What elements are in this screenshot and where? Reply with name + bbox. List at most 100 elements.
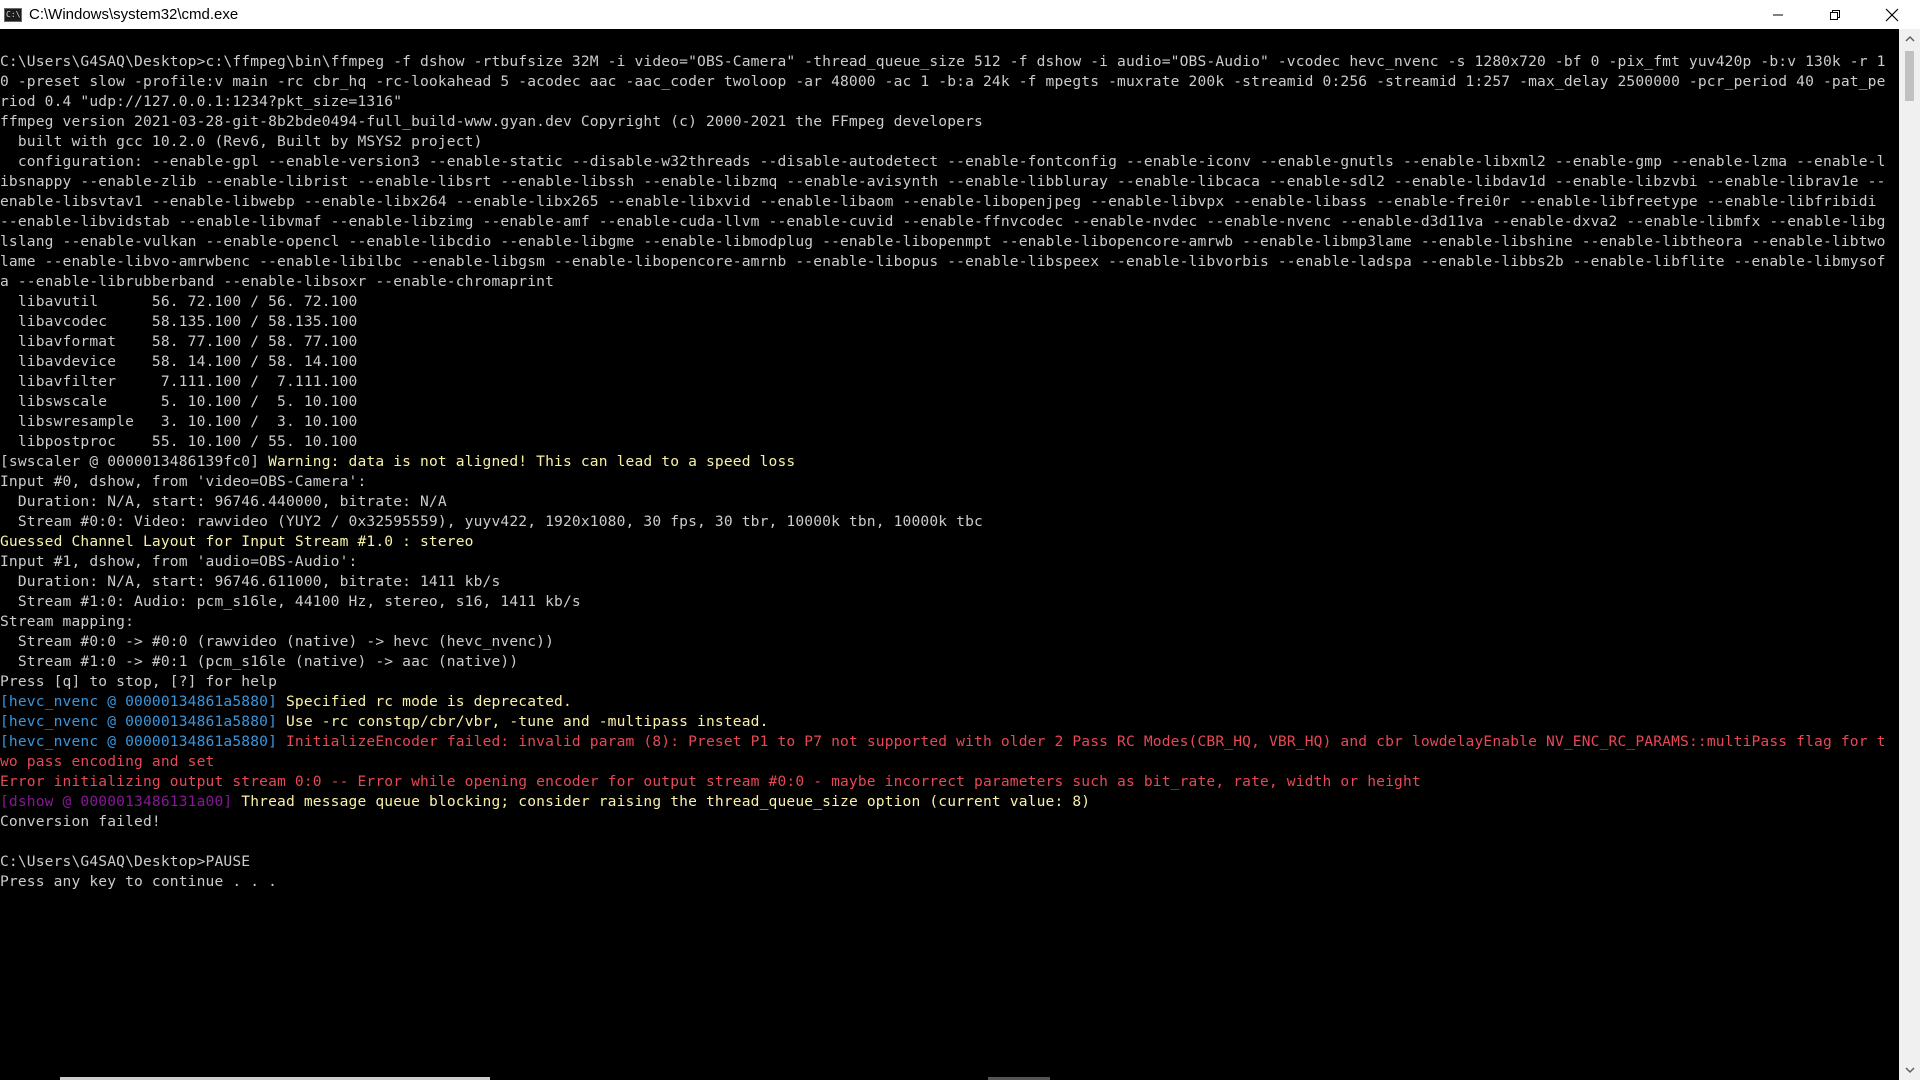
console-text-segment: Press any key to continue . . .: [0, 873, 278, 890]
console-text-segment: a --enable-librubberband --enable-libsox…: [0, 273, 555, 290]
console-text-segment: libavcodec 58.135.100 / 58.135.100: [0, 313, 358, 330]
close-icon: [1885, 8, 1898, 21]
console-line: Stream #0:0: Video: rawvideo (YUY2 / 0x3…: [0, 512, 1899, 532]
console-text-segment: libavutil 56. 72.100 / 56. 72.100: [0, 293, 358, 310]
console-lines: C:\Users\G4SAQ\Desktop>c:\ffmpeg\bin\ffm…: [0, 52, 1899, 892]
console-line: Press [q] to stop, [?] for help: [0, 672, 1899, 692]
console-text-segment: Input #1, dshow, from 'audio=OBS-Audio':: [0, 553, 358, 570]
close-button[interactable]: [1863, 0, 1920, 29]
console-line: libswscale 5. 10.100 / 5. 10.100: [0, 392, 1899, 412]
chevron-down-icon: [1904, 1067, 1915, 1074]
console-line: Duration: N/A, start: 96746.611000, bitr…: [0, 572, 1899, 592]
console-line: lame --enable-libvo-amrwbenc --enable-li…: [0, 252, 1899, 272]
console-line: libswresample 3. 10.100 / 3. 10.100: [0, 412, 1899, 432]
console-line: 0 -preset slow -profile:v main -rc cbr_h…: [0, 72, 1899, 92]
console-text-segment: libavfilter 7.111.100 / 7.111.100: [0, 373, 358, 390]
console-text-segment: Duration: N/A, start: 96746.440000, bitr…: [0, 493, 447, 510]
console-line: Conversion failed!: [0, 812, 1899, 832]
console-line: [hevc_nvenc @ 00000134861a5880] Initiali…: [0, 732, 1899, 752]
console-line: libavdevice 58. 14.100 / 58. 14.100: [0, 352, 1899, 372]
restore-icon: [1829, 9, 1840, 20]
window-title: C:\Windows\system32\cmd.exe: [29, 6, 239, 23]
console-line: wo pass encoding and set: [0, 752, 1899, 772]
console-text-segment: ffmpeg version 2021-03-28-git-8b2bde0494…: [0, 113, 983, 130]
console-line: lslang --enable-vulkan --enable-opencl -…: [0, 232, 1899, 252]
console-text-segment: [hevc_nvenc @ 00000134861a5880]: [0, 733, 286, 750]
console-output[interactable]: C:\Users\G4SAQ\Desktop>c:\ffmpeg\bin\ffm…: [0, 29, 1899, 1080]
console-line: enable-libsvtav1 --enable-libwebp --enab…: [0, 192, 1899, 212]
console-line: Stream #1:0: Audio: pcm_s16le, 44100 Hz,…: [0, 592, 1899, 612]
console-text-segment: Stream #0:0: Video: rawvideo (YUY2 / 0x3…: [0, 513, 983, 530]
console-line: Error initializing output stream 0:0 -- …: [0, 772, 1899, 792]
restore-button[interactable]: [1806, 0, 1863, 29]
console-text-segment: libswscale 5. 10.100 / 5. 10.100: [0, 393, 358, 410]
console-text-segment: InitializeEncoder failed: invalid param …: [285, 733, 1886, 750]
console-text-segment: lame --enable-libvo-amrwbenc --enable-li…: [0, 253, 1886, 270]
console-line: configuration: --enable-gpl --enable-ver…: [0, 152, 1899, 172]
title-bar[interactable]: C:\ C:\Windows\system32\cmd.exe: [0, 0, 1920, 29]
console-line: built with gcc 10.2.0 (Rev6, Built by MS…: [0, 132, 1899, 152]
console-text-segment: Press [q] to stop, [?] for help: [0, 673, 278, 690]
minimize-icon: [1772, 14, 1783, 15]
console-line: Guessed Channel Layout for Input Stream …: [0, 532, 1899, 552]
console-line: Input #1, dshow, from 'audio=OBS-Audio':: [0, 552, 1899, 572]
console-line: C:\Users\G4SAQ\Desktop>PAUSE: [0, 852, 1899, 872]
console-text-segment: ibsnappy --enable-zlib --enable-librist …: [0, 173, 1886, 190]
console-text-segment: Thread message queue blocking; consider …: [241, 793, 1091, 810]
scrollbar-thumb[interactable]: [1905, 51, 1914, 101]
console-text-segment: Stream #1:0 -> #0:1 (pcm_s16le (native) …: [0, 653, 519, 670]
console-text-segment: Stream #1:0: Audio: pcm_s16le, 44100 Hz,…: [0, 593, 581, 610]
console-text-segment: 0 -preset slow -profile:v main -rc cbr_h…: [0, 73, 1886, 90]
console-text-segment: libavdevice 58. 14.100 / 58. 14.100: [0, 353, 358, 370]
console-line: ibsnappy --enable-zlib --enable-librist …: [0, 172, 1899, 192]
console-text-segment: Use -rc constqp/cbr/vbr, -tune and -mult…: [285, 713, 769, 730]
console-line: [hevc_nvenc @ 00000134861a5880] Use -rc …: [0, 712, 1899, 732]
console-line: Stream mapping:: [0, 612, 1899, 632]
console-text-segment: enable-libsvtav1 --enable-libwebp --enab…: [0, 193, 1877, 210]
console-text-segment: [swscaler @ 0000013486139fc0]: [0, 453, 269, 470]
console-line: riod 0.4 "udp://127.0.0.1:1234?pkt_size=…: [0, 92, 1899, 112]
scroll-down-button[interactable]: [1899, 1060, 1920, 1080]
console-text-segment: C:\Users\G4SAQ\Desktop>PAUSE: [0, 853, 251, 870]
console-text-segment: libavformat 58. 77.100 / 58. 77.100: [0, 333, 358, 350]
console-line: libavfilter 7.111.100 / 7.111.100: [0, 372, 1899, 392]
console-text-segment: Duration: N/A, start: 96746.611000, bitr…: [0, 573, 501, 590]
console-line: [swscaler @ 0000013486139fc0] Warning: d…: [0, 452, 1899, 472]
console-line: Duration: N/A, start: 96746.440000, bitr…: [0, 492, 1899, 512]
scroll-up-button[interactable]: [1899, 29, 1920, 49]
console-line: C:\Users\G4SAQ\Desktop>c:\ffmpeg\bin\ffm…: [0, 52, 1899, 72]
console-text-segment: Specified rc mode is deprecated.: [285, 693, 572, 710]
console-line: [dshow @ 0000013486131a00] Thread messag…: [0, 792, 1899, 812]
console-text-segment: Input #0, dshow, from 'video=OBS-Camera'…: [0, 473, 367, 490]
console-text-segment: riod 0.4 "udp://127.0.0.1:1234?pkt_size=…: [0, 93, 403, 110]
console-text-segment: Stream #0:0 -> #0:0 (rawvideo (native) -…: [0, 633, 555, 650]
console-text-segment: libswresample 3. 10.100 / 3. 10.100: [0, 413, 358, 430]
console-text-segment: [hevc_nvenc @ 00000134861a5880]: [0, 693, 286, 710]
console-line: libavcodec 58.135.100 / 58.135.100: [0, 312, 1899, 332]
console-text-segment: Guessed Channel Layout for Input Stream …: [0, 533, 474, 550]
console-text-segment: [dshow @ 0000013486131a00]: [0, 793, 242, 810]
vertical-scrollbar[interactable]: [1899, 29, 1920, 1080]
console-text-segment: lslang --enable-vulkan --enable-opencl -…: [0, 233, 1886, 250]
console-text-segment: Conversion failed!: [0, 813, 161, 830]
console-text-segment: libpostproc 55. 10.100 / 55. 10.100: [0, 433, 358, 450]
console-line: a --enable-librubberband --enable-libsox…: [0, 272, 1899, 292]
minimize-button[interactable]: [1749, 0, 1806, 29]
console-line: Stream #1:0 -> #0:1 (pcm_s16le (native) …: [0, 652, 1899, 672]
console-text-segment: Warning: data is not aligned! This can l…: [268, 453, 796, 470]
console-line: libpostproc 55. 10.100 / 55. 10.100: [0, 432, 1899, 452]
chevron-up-icon: [1904, 35, 1915, 42]
console-text-segment: --enable-libvidstab --enable-libvmaf --e…: [0, 213, 1886, 230]
console-line: Input #0, dshow, from 'video=OBS-Camera'…: [0, 472, 1899, 492]
console-text-segment: Error initializing output stream 0:0 -- …: [0, 773, 1421, 790]
console-text-segment: [hevc_nvenc @ 00000134861a5880]: [0, 713, 286, 730]
console-line: [hevc_nvenc @ 00000134861a5880] Specifie…: [0, 692, 1899, 712]
console-text-segment: C:\Users\G4SAQ\Desktop>c:\ffmpeg\bin\ffm…: [0, 53, 1886, 70]
console-text-segment: built with gcc 10.2.0 (Rev6, Built by MS…: [0, 133, 483, 150]
cmd-icon: C:\: [4, 7, 22, 22]
console-text-segment: wo pass encoding and set: [0, 753, 215, 770]
console-text-segment: Stream mapping:: [0, 613, 135, 630]
console-line: --enable-libvidstab --enable-libvmaf --e…: [0, 212, 1899, 232]
console-line: ffmpeg version 2021-03-28-git-8b2bde0494…: [0, 112, 1899, 132]
